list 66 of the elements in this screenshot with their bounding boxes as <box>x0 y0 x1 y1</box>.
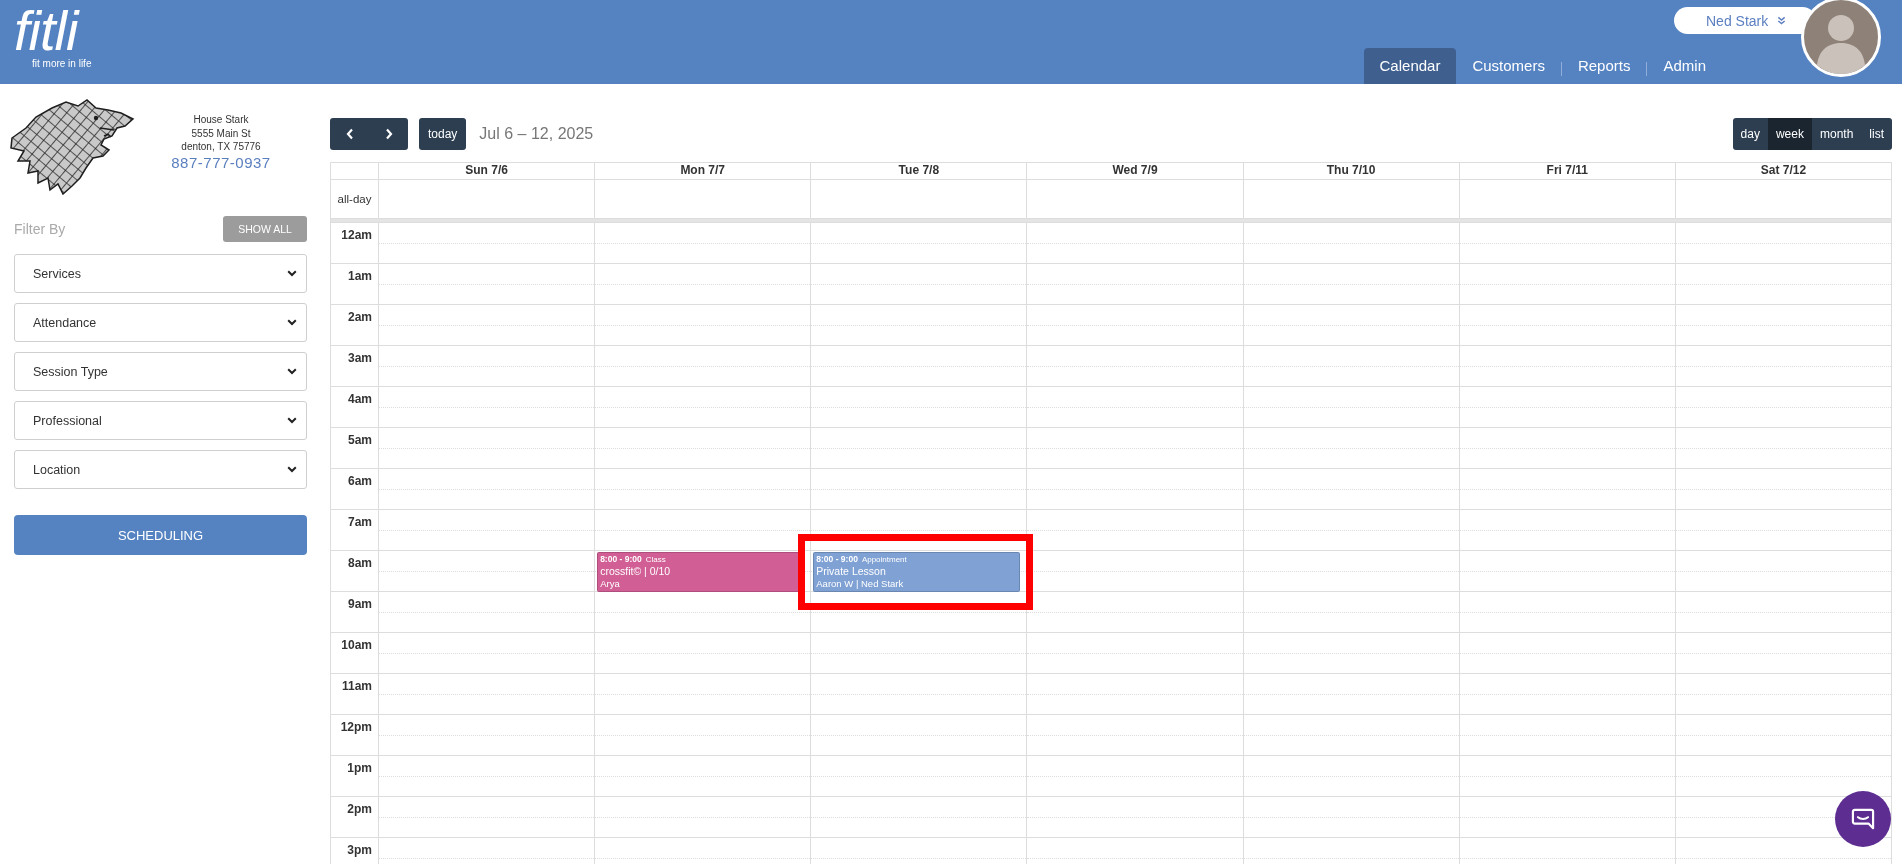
chat-button[interactable] <box>1835 791 1891 847</box>
day-header: Mon 7/7 <box>594 163 811 179</box>
view-tab[interactable]: week <box>1767 118 1812 150</box>
hour-label: 10am <box>341 638 372 652</box>
chevron-down-icon <box>287 417 297 424</box>
filter-dropdown[interactable]: Services <box>14 254 307 293</box>
chevron-down-icon <box>287 368 297 375</box>
event-attendees: Aaron W | Ned Stark <box>816 578 905 590</box>
previous-button[interactable] <box>330 118 369 150</box>
view-tab[interactable]: month <box>1811 118 1862 150</box>
day-header: Wed 7/9 <box>1026 163 1243 179</box>
filter-dropdown[interactable]: Professional <box>14 401 307 440</box>
chevron-down-icon <box>287 466 297 473</box>
chevron-down-icon <box>287 319 297 326</box>
nav-tab[interactable]: Admin <box>1647 48 1722 84</box>
hour-label: 3am <box>347 351 372 365</box>
scheduling-button[interactable]: SCHEDULING <box>14 515 307 555</box>
day-header: Tue 7/8 <box>810 163 1027 179</box>
event-time: 8:00 - 9:00 <box>816 554 858 565</box>
view-tab[interactable]: day <box>1732 118 1768 150</box>
nav-tab[interactable]: Customers <box>1456 48 1561 84</box>
business-city: denton, TX 75776 <box>181 140 261 154</box>
hour-label: 6am <box>347 474 372 488</box>
filter-dropdown[interactable]: Attendance <box>14 303 307 342</box>
hour-label: 7am <box>347 515 372 529</box>
hour-label: 5am <box>347 433 372 447</box>
event-type: Class <box>645 554 666 565</box>
hour-label: 11am <box>341 679 372 693</box>
next-button[interactable] <box>369 118 408 150</box>
hour-label: 2am <box>347 310 372 324</box>
user-avatar[interactable] <box>1801 0 1881 77</box>
hour-label: 3pm <box>347 843 372 857</box>
nav-tab[interactable]: Calendar <box>1363 48 1457 84</box>
hour-label: 9am <box>347 597 372 611</box>
hour-label: 1pm <box>347 761 372 775</box>
hour-label: 4am <box>347 392 372 406</box>
event-type: Appointment <box>861 554 907 565</box>
view-tab[interactable]: list <box>1861 118 1892 150</box>
date-range-title: Jul 6 – 12, 2025 <box>479 125 594 143</box>
filter-title: Filter By <box>14 221 66 237</box>
business-name: House Stark <box>193 113 249 127</box>
hour-label: 1am <box>347 269 372 283</box>
nav-tab[interactable]: Reports <box>1561 48 1647 84</box>
event-time: 8:00 - 9:00 <box>600 554 642 565</box>
chevron-left-icon <box>345 128 354 140</box>
day-header: Fri 7/11 <box>1458 163 1675 179</box>
event-attendees: Arya <box>600 578 621 590</box>
hour-label: 8am <box>347 556 372 570</box>
today-button[interactable]: today <box>419 118 467 150</box>
filter-dropdown[interactable]: Location <box>14 450 307 489</box>
business-street: 5555 Main St <box>191 126 251 141</box>
hour-label: 2pm <box>347 802 372 816</box>
day-header: Thu 7/10 <box>1242 163 1459 179</box>
chat-bubble-icon <box>1851 808 1875 830</box>
hour-label: 12am <box>341 228 372 242</box>
business-phone: 887-777-0937 <box>171 153 271 172</box>
day-header: Sun 7/6 <box>378 163 595 179</box>
event-title: Private Lesson <box>816 565 887 578</box>
double-chevron-icon <box>1777 16 1787 25</box>
all-day-label: all-day <box>336 192 373 207</box>
hour-label: 12pm <box>340 720 372 734</box>
chevron-right-icon <box>384 128 393 140</box>
day-header: Sat 7/12 <box>1674 163 1891 179</box>
filter-dropdown[interactable]: Session Type <box>14 352 307 391</box>
event-title: crossfit© | 0/10 <box>600 565 672 578</box>
chevron-down-icon <box>287 270 297 277</box>
